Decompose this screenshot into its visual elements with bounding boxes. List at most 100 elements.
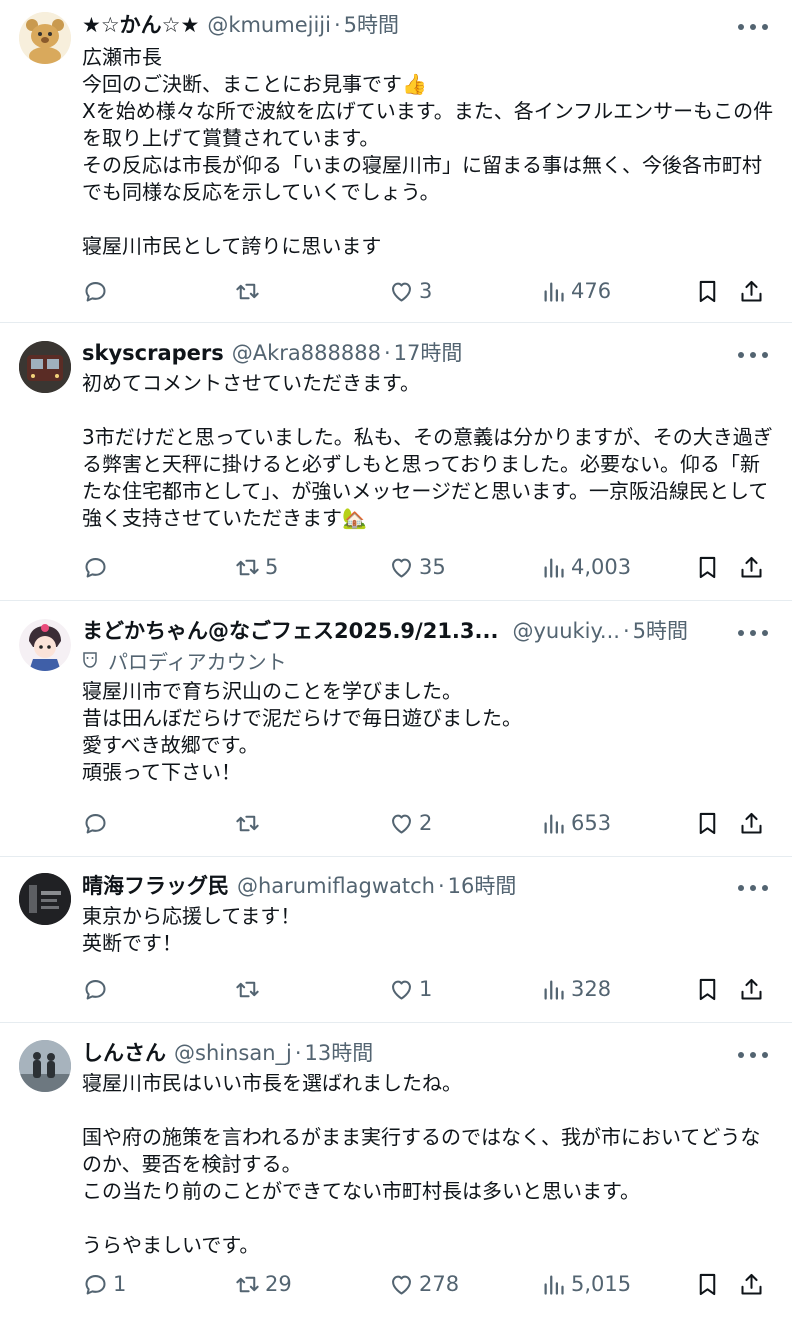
post[interactable]: しんさん @shinsan_j · 13時間 寝屋川市民はいい市長を選ばれました…	[0, 1023, 792, 1318]
display-name[interactable]: ★☆かん☆★	[82, 10, 199, 40]
repost-button[interactable]	[234, 973, 265, 1005]
bookmark-button[interactable]	[694, 1268, 721, 1300]
views-count: 653	[571, 811, 612, 835]
views-count: 328	[571, 977, 612, 1001]
more-icon[interactable]	[738, 345, 768, 365]
views-button[interactable]: 328	[540, 973, 611, 1005]
avatar[interactable]	[19, 873, 71, 925]
like-count: 3	[419, 279, 433, 303]
like-icon	[392, 980, 411, 1000]
like-count: 2	[419, 811, 433, 835]
more-icon[interactable]	[738, 623, 768, 643]
repost-button[interactable]: 5	[234, 551, 278, 583]
post-actions: 1 328	[82, 973, 768, 1005]
reply-icon	[85, 557, 106, 578]
bookmark-button[interactable]	[694, 275, 721, 307]
post-text: 初めてコメントさせていただきます。 3市だけだと思っていました。私も、その意義は…	[82, 371, 773, 530]
display-name[interactable]: しんさん	[82, 1038, 166, 1068]
reply-button[interactable]	[82, 973, 113, 1005]
views-button[interactable]: 653	[540, 807, 611, 839]
post-actions: 1 29 278 5,015	[82, 1268, 768, 1300]
separator-dot: ·	[333, 13, 341, 37]
reply-button[interactable]: 1	[82, 1268, 126, 1300]
share-button[interactable]	[738, 807, 765, 839]
repost-icon	[236, 559, 259, 575]
user-handle[interactable]: @kmumejiji	[207, 10, 331, 40]
share-icon	[741, 1273, 762, 1295]
like-button[interactable]: 35	[388, 551, 446, 583]
user-handle[interactable]: @shinsan_j	[174, 1038, 292, 1068]
bookmark-button[interactable]	[694, 973, 721, 1005]
post-time[interactable]: 17時間	[394, 338, 463, 368]
post-time[interactable]: 5時間	[633, 616, 688, 646]
post[interactable]: 晴海フラッグ民 @harumiflagwatch · 16時間 東京から応援して…	[0, 857, 792, 1023]
bookmark-icon	[699, 978, 716, 1000]
user-handle[interactable]: @harumiflagwatch	[237, 871, 435, 901]
reply-button[interactable]	[82, 551, 113, 583]
post[interactable]: ★☆かん☆★ @kmumejiji · 5時間 広瀬市長 今回のご決断、まことに…	[0, 0, 792, 323]
like-button[interactable]: 278	[388, 1268, 459, 1300]
user-handle[interactable]: @yuukiy...	[512, 616, 620, 646]
share-button[interactable]	[738, 551, 765, 583]
theater-mask-icon	[83, 652, 97, 668]
more-icon[interactable]	[738, 17, 768, 37]
like-count: 278	[419, 1272, 460, 1296]
views-button[interactable]: 5,015	[540, 1268, 631, 1300]
more-icon[interactable]	[738, 878, 768, 898]
share-icon	[741, 978, 762, 1000]
reply-button[interactable]	[82, 807, 113, 839]
reply-button[interactable]	[82, 275, 113, 307]
repost-button[interactable]: 29	[234, 1268, 292, 1300]
post-text: 広瀬市長 今回のご決断、まことにお見事です👍 Xを始め様々な所で波紋を広げていま…	[82, 45, 774, 258]
like-button[interactable]: 1	[388, 973, 432, 1005]
repost-button[interactable]	[234, 275, 265, 307]
share-icon	[741, 280, 762, 302]
display-name[interactable]: 晴海フラッグ民	[82, 871, 229, 901]
repost-icon	[236, 1276, 259, 1292]
repost-icon	[236, 981, 259, 997]
views-count: 5,015	[571, 1272, 632, 1296]
reply-icon	[85, 281, 106, 302]
repost-icon	[236, 283, 259, 299]
views-button[interactable]: 476	[540, 275, 611, 307]
more-icon[interactable]	[738, 1045, 768, 1065]
avatar[interactable]	[19, 619, 71, 671]
post[interactable]: skyscrapers @Akra888888 · 17時間 初めてコメントさせ…	[0, 323, 792, 601]
views-icon	[544, 558, 564, 578]
views-count: 4,003	[571, 555, 632, 579]
post-time[interactable]: 5時間	[344, 10, 399, 40]
reply-count: 1	[113, 1272, 127, 1296]
avatar[interactable]	[19, 1040, 71, 1092]
like-button[interactable]: 3	[388, 275, 432, 307]
share-icon	[741, 812, 762, 834]
parody-label: パロディアカウント	[108, 649, 287, 674]
views-icon	[544, 980, 564, 1000]
parody-account-badge[interactable]: パロディアカウント	[82, 646, 774, 674]
display-name[interactable]: まどかちゃん@なごフェス2025.9/21.3...	[82, 616, 498, 646]
post-time[interactable]: 13時間	[305, 1038, 374, 1068]
display-name[interactable]: skyscrapers	[82, 338, 224, 368]
avatar[interactable]	[19, 341, 71, 393]
share-icon	[741, 556, 762, 578]
share-button[interactable]	[738, 1268, 765, 1300]
share-button[interactable]	[738, 973, 765, 1005]
bookmark-icon	[699, 280, 716, 302]
like-count: 1	[419, 977, 433, 1001]
views-count: 476	[571, 279, 612, 303]
views-icon	[544, 1275, 564, 1295]
views-button[interactable]: 4,003	[540, 551, 631, 583]
bookmark-button[interactable]	[694, 807, 721, 839]
post[interactable]: まどかちゃん@なごフェス2025.9/21.3... @yuukiy... · …	[0, 601, 792, 857]
repost-count: 5	[265, 555, 279, 579]
like-button[interactable]: 2	[388, 807, 432, 839]
share-button[interactable]	[738, 275, 765, 307]
like-icon	[392, 558, 411, 578]
user-handle[interactable]: @Akra888888	[232, 338, 381, 368]
bookmark-button[interactable]	[694, 551, 721, 583]
post-time[interactable]: 16時間	[448, 871, 517, 901]
avatar[interactable]	[19, 12, 71, 64]
like-icon	[392, 814, 411, 834]
repost-button[interactable]	[234, 807, 265, 839]
repost-count: 29	[265, 1272, 292, 1296]
reply-icon	[85, 813, 106, 834]
